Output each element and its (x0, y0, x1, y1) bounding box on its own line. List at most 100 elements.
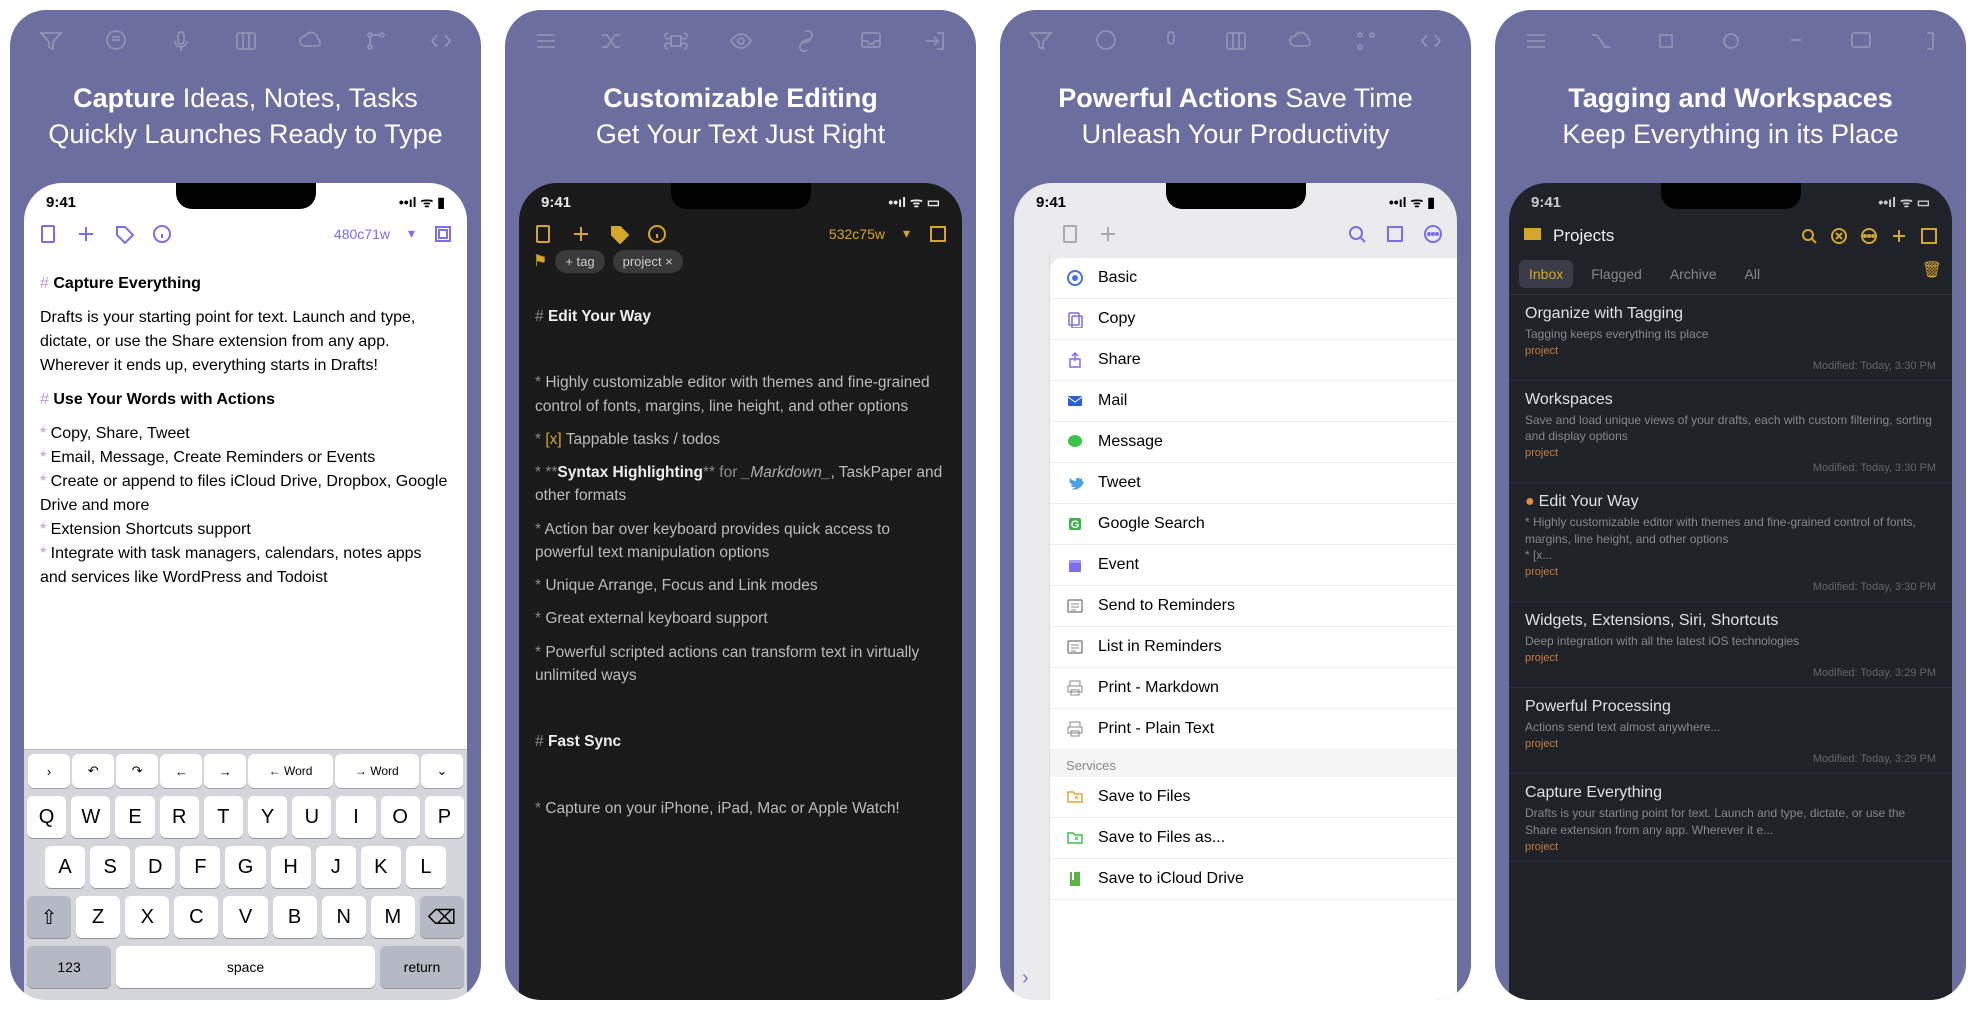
search-icon[interactable] (1347, 224, 1367, 244)
expand-icon[interactable] (433, 224, 453, 244)
action-row-basic[interactable]: Basic (1050, 258, 1457, 299)
key-u[interactable]: U (292, 796, 331, 838)
action-row-save-to-files-as-[interactable]: Save to Files as... (1050, 818, 1457, 859)
chevron-down-icon[interactable]: ▾ (408, 225, 415, 242)
plus-icon[interactable] (1098, 224, 1118, 244)
key-i[interactable]: I (336, 796, 375, 838)
word-count[interactable]: 532c75w (829, 226, 885, 242)
key-g[interactable]: G (225, 846, 265, 888)
kbd-action-button[interactable]: ↷ (116, 754, 158, 788)
key-⇧[interactable]: ⇧ (27, 896, 71, 938)
key-v[interactable]: V (223, 896, 267, 938)
key-k[interactable]: K (361, 846, 401, 888)
key-⌫[interactable]: ⌫ (420, 896, 464, 938)
action-row-save-to-files[interactable]: Save to Files (1050, 777, 1457, 818)
key-d[interactable]: D (135, 846, 175, 888)
action-row-print---plain-text[interactable]: Print - Plain Text (1050, 709, 1457, 750)
editor-body[interactable]: # Capture Everything Drafts is your star… (24, 250, 467, 749)
doc-icon[interactable] (533, 224, 553, 244)
key-123[interactable]: 123 (27, 946, 111, 988)
key-p[interactable]: P (425, 796, 464, 838)
action-row-message[interactable]: Message (1050, 422, 1457, 463)
more-icon[interactable] (1423, 224, 1443, 244)
chevron-down-icon[interactable]: ▾ (903, 225, 910, 242)
tab-flagged[interactable]: Flagged (1581, 260, 1652, 288)
key-c[interactable]: C (174, 896, 218, 938)
key-q[interactable]: Q (27, 796, 66, 838)
draft-item[interactable]: Powerful ProcessingActions send text alm… (1509, 688, 1952, 774)
tab-inbox[interactable]: Inbox (1519, 260, 1573, 288)
expand-icon[interactable] (1920, 227, 1938, 245)
action-row-save-to-icloud-drive[interactable]: Save to iCloud Drive (1050, 859, 1457, 900)
kbd-action-button[interactable]: ↶ (72, 754, 114, 788)
action-list: BasicCopyShareMailMessageTweetGGoogle Se… (1050, 258, 1457, 1000)
more-icon[interactable] (1860, 227, 1878, 245)
tab-archive[interactable]: Archive (1660, 260, 1727, 288)
editor-body[interactable]: # Edit Your Way * Highly customizable ed… (519, 283, 962, 1000)
search-icon[interactable] (1800, 227, 1818, 245)
action-row-send-to-reminders[interactable]: Send to Reminders (1050, 586, 1457, 627)
key-y[interactable]: Y (248, 796, 287, 838)
add-tag-chip[interactable]: + tag (555, 250, 604, 273)
grid-icon[interactable] (1523, 227, 1541, 245)
key-r[interactable]: R (160, 796, 199, 838)
key-w[interactable]: W (71, 796, 110, 838)
key-m[interactable]: M (371, 896, 415, 938)
key-h[interactable]: H (271, 846, 311, 888)
key-l[interactable]: L (406, 846, 446, 888)
tag-chip-project[interactable]: project × (613, 250, 683, 273)
action-row-event[interactable]: Event (1050, 545, 1457, 586)
word-count[interactable]: 480c71w (334, 226, 390, 242)
expand-icon[interactable] (1385, 224, 1405, 244)
key-b[interactable]: B (273, 896, 317, 938)
key-s[interactable]: S (90, 846, 130, 888)
plus-icon[interactable] (1890, 227, 1908, 245)
action-row-google-search[interactable]: GGoogle Search (1050, 504, 1457, 545)
action-row-mail[interactable]: Mail (1050, 381, 1457, 422)
tab-all[interactable]: All (1735, 260, 1771, 288)
key-z[interactable]: Z (76, 896, 120, 938)
key-return[interactable]: return (380, 946, 464, 988)
tag-icon[interactable] (114, 224, 134, 244)
key-a[interactable]: A (45, 846, 85, 888)
expand-icon[interactable] (928, 224, 948, 244)
action-row-list-in-reminders[interactable]: List in Reminders (1050, 627, 1457, 668)
editor-para: Drafts is your starting point for text. … (40, 306, 451, 378)
kbd-action-button[interactable]: › (28, 754, 70, 788)
action-row-tweet[interactable]: Tweet (1050, 463, 1457, 504)
doc-icon[interactable] (38, 224, 58, 244)
trash-icon[interactable]: 🗑 (1922, 260, 1942, 288)
kbd-action-button[interactable]: → Word (335, 754, 419, 788)
key-n[interactable]: N (322, 896, 366, 938)
cloud-icon (1288, 28, 1314, 54)
kbd-action-button[interactable]: ← Word (248, 754, 332, 788)
chevron-right-icon[interactable]: › (1022, 967, 1029, 990)
action-row-share[interactable]: Share (1050, 340, 1457, 381)
key-j[interactable]: J (316, 846, 356, 888)
flag-icon[interactable]: ⚑ (533, 251, 547, 271)
close-icon[interactable] (1830, 227, 1848, 245)
doc-icon[interactable] (1060, 224, 1080, 244)
kbd-action-button[interactable]: ⌄ (421, 754, 463, 788)
tag-icon[interactable] (609, 224, 629, 244)
kbd-action-button[interactable]: → (204, 754, 246, 788)
info-icon[interactable] (152, 224, 172, 244)
action-row-print---markdown[interactable]: Print - Markdown (1050, 668, 1457, 709)
info-icon[interactable] (647, 224, 667, 244)
key-e[interactable]: E (115, 796, 154, 838)
draft-item[interactable]: Capture EverythingDrafts is your startin… (1509, 774, 1952, 861)
kbd-action-button[interactable]: ← (160, 754, 202, 788)
draft-item[interactable]: Widgets, Extensions, Siri, ShortcutsDeep… (1509, 602, 1952, 688)
draft-item[interactable]: ●Edit Your Way* Highly customizable edit… (1509, 483, 1952, 602)
plus-icon[interactable] (76, 224, 96, 244)
draft-item[interactable]: Organize with TaggingTagging keeps every… (1509, 295, 1952, 381)
key-o[interactable]: O (381, 796, 420, 838)
key-t[interactable]: T (204, 796, 243, 838)
action-row-copy[interactable]: Copy (1050, 299, 1457, 340)
editor-line: * Great external keyboard support (535, 607, 946, 630)
key-x[interactable]: X (125, 896, 169, 938)
key-space[interactable]: space (116, 946, 375, 988)
draft-item[interactable]: WorkspacesSave and load unique views of … (1509, 381, 1952, 483)
plus-icon[interactable] (571, 224, 591, 244)
key-f[interactable]: F (180, 846, 220, 888)
